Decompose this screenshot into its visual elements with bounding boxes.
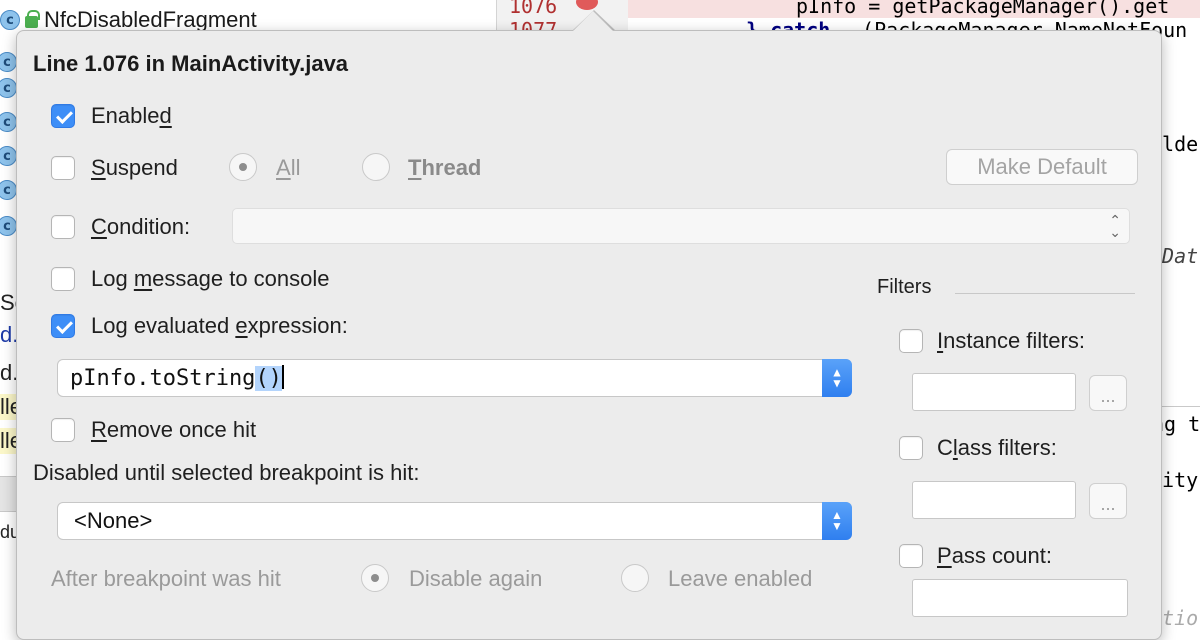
suspend-thread-radio[interactable]: [362, 153, 390, 181]
log-expression-label[interactable]: Log evaluated expression:: [91, 313, 348, 339]
log-expression-checkbox[interactable]: [51, 314, 75, 338]
condition-checkbox[interactable]: [51, 215, 75, 239]
pass-count-input[interactable]: [912, 579, 1128, 617]
expression-text: pInfo.toString(): [70, 365, 284, 391]
expression-input[interactable]: pInfo.toString() ▲ ▼: [57, 359, 852, 397]
instance-filters-browse-button[interactable]: ...: [1089, 375, 1127, 411]
instance-filters-checkbox[interactable]: [899, 329, 923, 353]
breakpoint-properties-popup: Line 1.076 in MainActivity.java Enabled …: [16, 11, 1162, 640]
suspend-checkbox[interactable]: [51, 156, 75, 180]
line-number: 1076: [509, 0, 558, 18]
disabled-until-label: Disabled until selected breakpoint is hi…: [33, 460, 420, 485]
instance-filters-input[interactable]: [912, 373, 1076, 411]
class-icon: c: [0, 10, 20, 30]
class-icon: c: [0, 180, 17, 200]
make-default-button[interactable]: Make Default: [946, 149, 1138, 185]
class-icon: c: [0, 78, 17, 98]
condition-input[interactable]: ⌃ ⌄: [232, 208, 1130, 244]
filters-divider: [955, 293, 1135, 294]
after-hit-label: After breakpoint was hit: [51, 566, 281, 591]
suspend-label[interactable]: Suspend: [91, 155, 178, 181]
enabled-checkbox[interactable]: [51, 104, 75, 128]
popup-pointer-fill: [573, 11, 613, 31]
disable-again-label[interactable]: Disable again: [409, 566, 542, 592]
suspend-all-label[interactable]: All: [276, 155, 300, 181]
log-message-label[interactable]: Log message to console: [91, 266, 330, 292]
dropdown-arrows-icon[interactable]: ▲ ▼: [822, 502, 852, 540]
disabled-until-select[interactable]: <None> ▲ ▼: [57, 502, 852, 540]
disabled-until-value: <None>: [74, 508, 153, 533]
dropdown-arrows-icon[interactable]: ▲ ▼: [822, 359, 852, 397]
class-icon: c: [0, 146, 17, 166]
class-icon: c: [0, 216, 17, 236]
leave-enabled-label[interactable]: Leave enabled: [668, 566, 812, 592]
instance-filters-label[interactable]: Instance filters:: [937, 328, 1085, 354]
class-filters-input[interactable]: [912, 481, 1076, 519]
filters-heading: Filters: [877, 276, 932, 298]
pass-count-label[interactable]: Pass count:: [937, 543, 1052, 569]
log-message-checkbox[interactable]: [51, 267, 75, 291]
class-icon: c: [0, 112, 17, 132]
popup-title: Line 1.076 in MainActivity.java: [33, 51, 349, 76]
expand-icon[interactable]: ⌃ ⌄: [1109, 213, 1121, 239]
lock-icon: [25, 10, 40, 28]
remove-once-hit-checkbox[interactable]: [51, 418, 75, 442]
pass-count-checkbox[interactable]: [899, 544, 923, 568]
suspend-thread-label[interactable]: Thread: [408, 155, 481, 181]
code-line: pInfo = getPackageManager().get: [796, 0, 1170, 18]
condition-label[interactable]: Condition:: [91, 214, 190, 240]
remove-once-hit-label[interactable]: Remove once hit: [91, 417, 256, 443]
class-filters-label[interactable]: Class filters:: [937, 435, 1057, 461]
enabled-label[interactable]: Enabled: [91, 103, 172, 129]
class-icon: c: [0, 52, 17, 72]
suspend-all-radio[interactable]: [229, 153, 257, 181]
class-filters-browse-button[interactable]: ...: [1089, 483, 1127, 519]
leave-enabled-radio[interactable]: [621, 564, 649, 592]
disable-again-radio[interactable]: [361, 564, 389, 592]
class-filters-checkbox[interactable]: [899, 436, 923, 460]
